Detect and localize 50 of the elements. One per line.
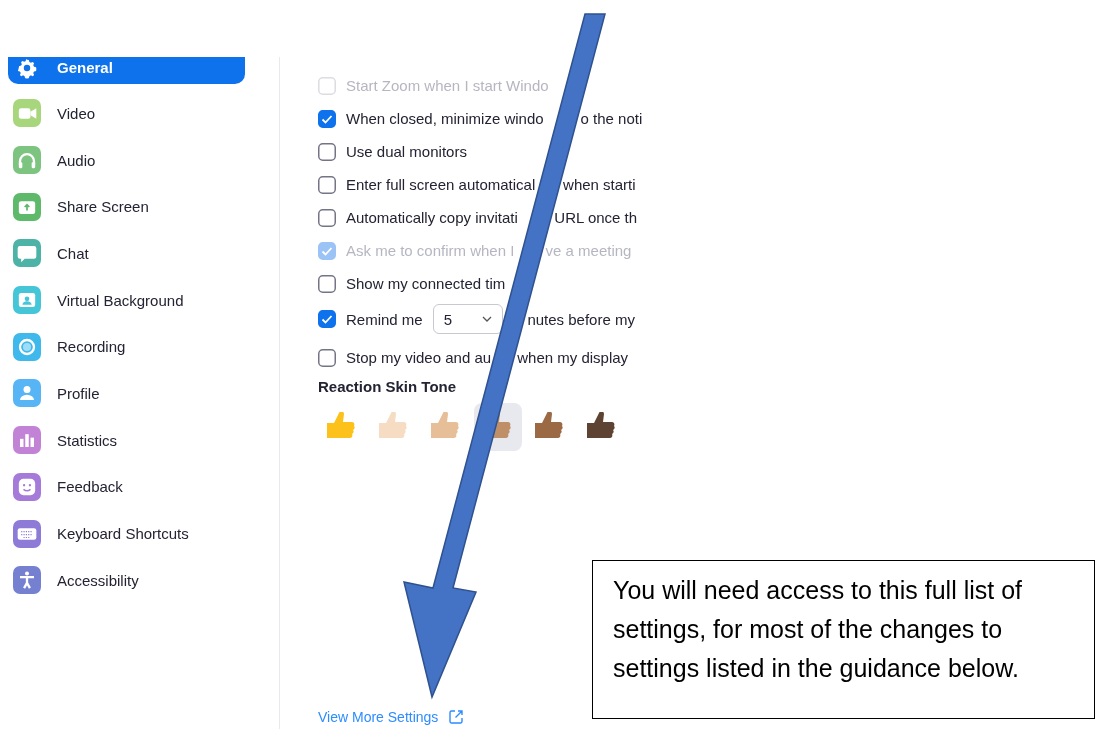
checkbox[interactable] <box>318 175 336 194</box>
checkbox[interactable] <box>318 310 336 328</box>
chat-bubble-icon <box>13 239 41 268</box>
sidebar-item[interactable]: Keyboard Shortcuts <box>8 510 245 557</box>
share-screen-icon <box>13 192 41 221</box>
setting-label: Stop my video and au <box>346 349 492 366</box>
sidebar-item[interactable]: Statistics <box>8 416 245 464</box>
setting-label: when starti <box>563 176 636 193</box>
setting-label: Enter full screen automatical <box>346 176 536 193</box>
sidebar-item[interactable]: Audio <box>8 136 245 184</box>
person-icon <box>13 379 41 408</box>
checkbox[interactable] <box>318 142 336 161</box>
video-camera-icon <box>13 99 41 128</box>
sidebar-item[interactable]: Profile <box>8 370 245 417</box>
sidebar-item[interactable]: Chat <box>8 230 245 277</box>
setting-label: Show my connected tim <box>346 275 506 292</box>
setting-label: URL once th <box>554 209 638 226</box>
setting-label: When closed, minimize windo <box>346 110 544 127</box>
sidebar-item[interactable]: Virtual Background <box>8 276 245 324</box>
setting-label: when my display <box>517 349 629 366</box>
setting-label: o the noti <box>580 110 643 127</box>
checkbox[interactable] <box>318 348 336 367</box>
callout-text: You will need access to this full list of settings, for most of the changes to settings listed in the guidance below. <box>592 560 1095 719</box>
smiley-icon <box>13 472 41 501</box>
gear-icon <box>16 56 38 79</box>
sidebar-item[interactable]: Share Screen <box>8 183 245 231</box>
headphones-icon <box>13 146 41 175</box>
setting-label: nutes before my <box>527 310 635 328</box>
sidebar-item[interactable]: Accessibility <box>8 556 245 604</box>
setting-label: Start Zoom when I start Windo <box>346 77 549 94</box>
caret-icon <box>481 316 492 322</box>
external-link-icon <box>448 709 465 725</box>
record-icon <box>13 332 41 361</box>
setting-label: Ask me to confirm when I <box>346 242 515 259</box>
keyboard-icon <box>13 519 41 548</box>
sidebar-item[interactable]: Video <box>8 90 245 137</box>
bar-chart-icon <box>13 426 41 455</box>
checkbox[interactable] <box>318 208 336 227</box>
setting-label: Use dual monitors <box>346 143 467 160</box>
person-frame-icon <box>13 286 41 315</box>
sidebar-item[interactable]: Recording <box>8 323 245 371</box>
accessibility-icon <box>13 566 41 595</box>
sidebar-item[interactable]: General <box>8 57 245 84</box>
checkbox[interactable] <box>318 109 336 128</box>
setting-label: Remind me <box>346 310 423 328</box>
sidebar-item[interactable]: Feedback <box>8 463 245 511</box>
setting-label: Automatically copy invitati <box>346 209 518 226</box>
checkbox[interactable] <box>318 274 336 293</box>
section-heading: Reaction Skin Tone <box>318 378 458 395</box>
setting-label: ve a meeting <box>545 242 632 259</box>
